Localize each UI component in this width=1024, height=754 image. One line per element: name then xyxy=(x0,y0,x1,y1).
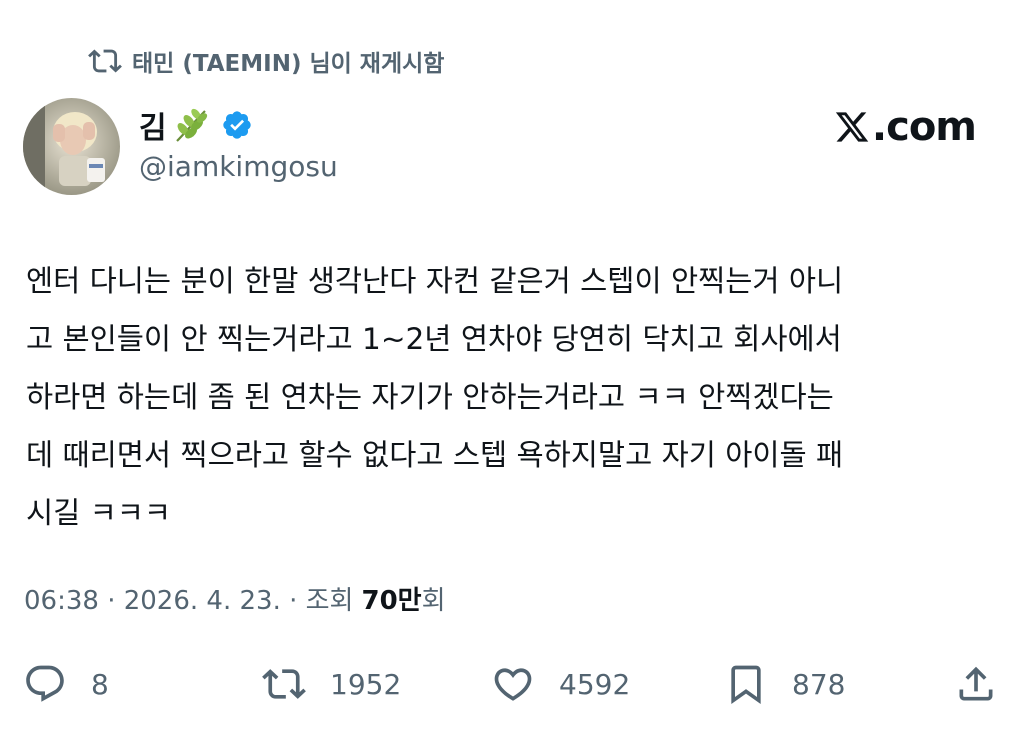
user-handle[interactable]: @iamkimgosu xyxy=(139,150,338,183)
timestamp[interactable]: 06:38 · 2026. 4. 23. · 조회 xyxy=(24,580,353,617)
avatar-image xyxy=(23,98,120,195)
like-count: 4592 xyxy=(559,667,631,701)
repost-icon xyxy=(88,49,122,73)
repost-label: 태민 (TAEMIN) 님이 재게시함 xyxy=(132,51,445,77)
share-button[interactable] xyxy=(954,656,998,712)
reply-count: 8 xyxy=(91,667,109,701)
reply-icon xyxy=(26,665,64,702)
brand-logo: .com xyxy=(834,104,977,150)
x-logo-icon xyxy=(835,112,869,142)
tweet-meta: 06:38 · 2026. 4. 23. · 조회 70만 회 xyxy=(24,580,446,617)
bookmark-count: 878 xyxy=(792,667,846,701)
repost-button[interactable]: 1952 xyxy=(262,656,401,712)
repost-count: 1952 xyxy=(330,667,402,701)
action-bar: 8 1952 4592 878 xyxy=(0,656,1024,712)
heart-icon xyxy=(494,668,532,701)
view-suffix: 회 xyxy=(421,586,446,616)
bookmark-button[interactable]: 878 xyxy=(724,656,845,712)
share-icon xyxy=(959,666,993,701)
display-name[interactable]: 김 xyxy=(139,103,167,147)
reply-button[interactable]: 8 xyxy=(23,656,109,712)
view-count: 70만 xyxy=(361,586,422,616)
tweet-text: 엔터 다니는 분이 한말 생각난다 자컨 같은거 스텝이 안찍는거 아니 고 본… xyxy=(26,264,844,530)
verified-badge-icon xyxy=(222,111,251,139)
author-info: 김 @iamkimgosu xyxy=(139,104,338,183)
avatar[interactable] xyxy=(23,98,120,195)
brand-label: .com xyxy=(871,104,977,150)
like-button[interactable]: 4592 xyxy=(491,656,630,712)
bookmark-icon xyxy=(731,665,761,705)
leaf-emoji-icon xyxy=(175,108,207,142)
repost-header[interactable]: 태민 (TAEMIN) 님이 재게시함 xyxy=(88,42,444,80)
repost-icon xyxy=(262,669,306,699)
